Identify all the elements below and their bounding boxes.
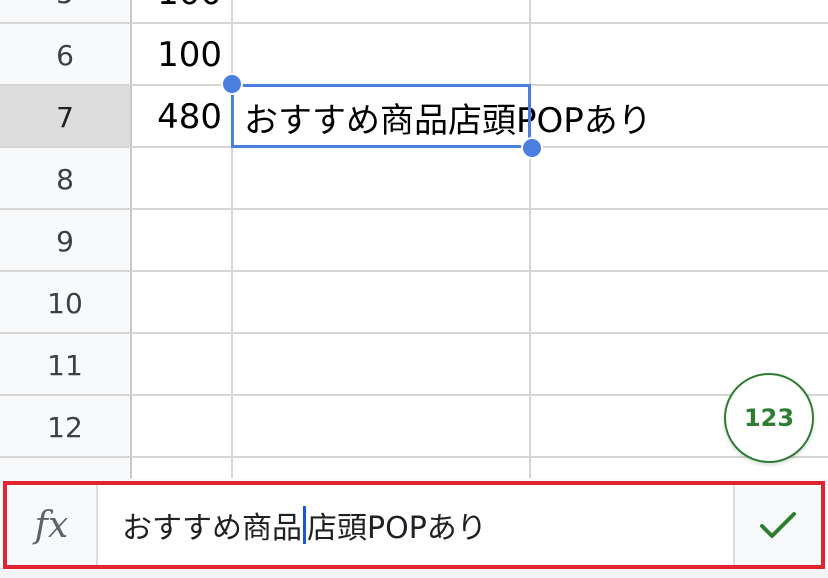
cell-c8[interactable] bbox=[529, 148, 828, 210]
formula-bar: fx おすすめ商品 店頭POPあり bbox=[0, 478, 828, 578]
cell-b9[interactable] bbox=[232, 210, 529, 272]
cell-b5[interactable] bbox=[232, 0, 529, 24]
cell-c5[interactable] bbox=[529, 0, 828, 24]
cell-c9[interactable] bbox=[529, 210, 828, 272]
text-caret bbox=[303, 506, 306, 544]
row-8[interactable]: 8 bbox=[0, 148, 828, 210]
selection-handle-start[interactable] bbox=[221, 73, 243, 95]
grid-line bbox=[0, 456, 828, 458]
cell-a9[interactable] bbox=[132, 210, 232, 272]
cell-b11[interactable] bbox=[232, 334, 529, 396]
row-header[interactable]: 13 bbox=[0, 458, 132, 478]
cell-a11[interactable] bbox=[132, 334, 232, 396]
row-10[interactable]: 10 bbox=[0, 272, 828, 334]
row-header[interactable]: 6 bbox=[0, 24, 132, 86]
row-7[interactable]: 7 480 おすすめ商品店頭POPあり bbox=[0, 86, 828, 148]
check-icon-glyph bbox=[760, 512, 796, 538]
row-header[interactable]: 12 bbox=[0, 396, 132, 458]
row-header[interactable]: 11 bbox=[0, 334, 132, 396]
row-5[interactable]: 5 100 bbox=[0, 0, 828, 24]
cell-a6[interactable]: 100 bbox=[132, 24, 232, 86]
grid-line bbox=[0, 84, 828, 86]
cell-b6[interactable] bbox=[232, 24, 529, 86]
cell-a10[interactable] bbox=[132, 272, 232, 334]
check-icon[interactable] bbox=[735, 485, 821, 565]
grid-line bbox=[0, 332, 828, 334]
grid-line bbox=[0, 270, 828, 272]
row-header[interactable]: 9 bbox=[0, 210, 132, 272]
cell-a12[interactable] bbox=[132, 396, 232, 458]
cell-a7[interactable]: 480 bbox=[132, 86, 232, 148]
spreadsheet-grid: 5 100 6 100 7 480 おすすめ商品店頭POPあり 8 9 10 bbox=[0, 0, 828, 478]
grid-line bbox=[0, 146, 828, 148]
formula-text-after-caret: 店頭POPあり bbox=[307, 511, 487, 546]
row-header[interactable]: 7 bbox=[0, 86, 132, 148]
row-12[interactable]: 12 bbox=[0, 396, 828, 458]
cell-a5[interactable]: 100 bbox=[132, 0, 232, 24]
formula-input[interactable]: おすすめ商品 店頭POPあり bbox=[98, 485, 735, 565]
cell-c10[interactable] bbox=[529, 272, 828, 334]
grid-line bbox=[0, 22, 828, 24]
grid-line bbox=[529, 0, 531, 478]
cell-b13[interactable] bbox=[232, 458, 529, 478]
cell-a13[interactable] bbox=[132, 458, 232, 478]
row-header[interactable]: 8 bbox=[0, 148, 132, 210]
cell-b7[interactable]: おすすめ商品店頭POPあり bbox=[232, 86, 652, 148]
fx-icon: fx bbox=[7, 485, 98, 565]
row-11[interactable]: 11 bbox=[0, 334, 828, 396]
grid-line bbox=[231, 0, 233, 478]
grid-line bbox=[0, 208, 828, 210]
row-13[interactable]: 13 bbox=[0, 458, 828, 478]
cell-b12[interactable] bbox=[232, 396, 529, 458]
row-9[interactable]: 9 bbox=[0, 210, 828, 272]
cell-c7[interactable] bbox=[529, 86, 828, 148]
row-header[interactable]: 10 bbox=[0, 272, 132, 334]
number-keyboard-button[interactable]: 123 bbox=[724, 373, 814, 463]
bottom-divider bbox=[0, 570, 828, 578]
cell-c13[interactable] bbox=[529, 458, 828, 478]
cell-b10[interactable] bbox=[232, 272, 529, 334]
cell-a8[interactable] bbox=[132, 148, 232, 210]
grid-line bbox=[0, 394, 828, 396]
cell-c6[interactable] bbox=[529, 24, 828, 86]
row-header[interactable]: 5 bbox=[0, 0, 132, 24]
formula-text-before-caret: おすすめ商品 bbox=[122, 511, 302, 546]
selection-handle-end[interactable] bbox=[521, 137, 543, 159]
formula-bar-highlight: fx おすすめ商品 店頭POPあり bbox=[3, 481, 825, 569]
cell-b8[interactable] bbox=[232, 148, 529, 210]
row-6[interactable]: 6 100 bbox=[0, 24, 828, 86]
